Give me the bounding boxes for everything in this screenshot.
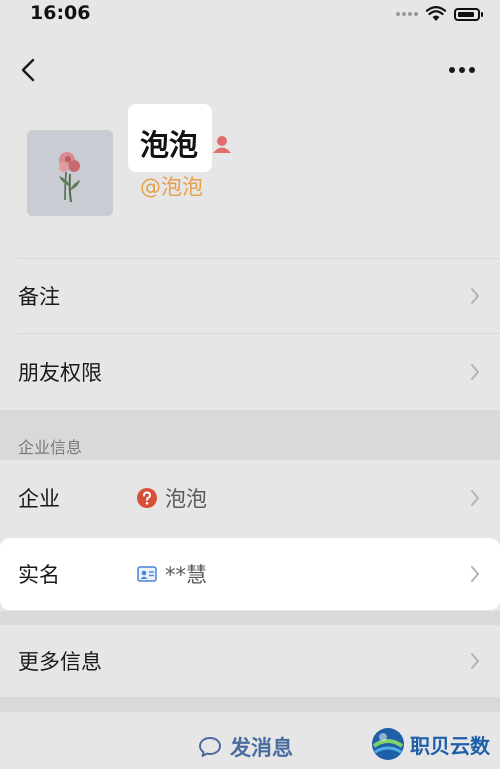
- status-bar: 16:06: [0, 0, 500, 30]
- chevron-right-icon: [471, 364, 479, 380]
- profile-header: 泡泡 @泡泡: [0, 100, 500, 258]
- send-message-label: 发消息: [230, 736, 293, 760]
- question-circle-icon: [137, 488, 157, 508]
- profile-name: 泡泡: [140, 128, 199, 162]
- globe-logo-icon: [372, 728, 404, 760]
- more-info-row[interactable]: 更多信息: [0, 625, 500, 697]
- friend-permission-label: 朋友权限: [18, 361, 102, 385]
- more-button[interactable]: [442, 54, 482, 86]
- chevron-left-icon: [21, 58, 35, 82]
- status-icons: [396, 6, 483, 22]
- section-gap: [0, 611, 500, 625]
- female-person-icon: [213, 136, 231, 153]
- signal-icon: [396, 12, 418, 16]
- wecom-id: @泡泡: [140, 175, 203, 199]
- nav-bar: [0, 40, 500, 100]
- chat-bubble-icon: [199, 737, 221, 757]
- company-label: 企业: [18, 487, 60, 511]
- real-name-text: **慧: [165, 563, 207, 587]
- more-info-label: 更多信息: [18, 650, 102, 674]
- send-message-button[interactable]: 发消息: [198, 732, 293, 762]
- id-card-icon: [137, 566, 157, 582]
- company-name: 泡泡: [165, 487, 207, 511]
- friend-permission-row[interactable]: 朋友权限: [0, 334, 500, 410]
- real-name-label: 实名: [18, 563, 60, 587]
- company-row[interactable]: 企业 泡泡: [0, 460, 500, 536]
- remark-label: 备注: [18, 285, 60, 309]
- company-value: 泡泡: [137, 483, 207, 513]
- back-button[interactable]: [10, 50, 46, 90]
- chevron-right-icon: [471, 653, 479, 669]
- more-dots-icon: [449, 67, 475, 73]
- wifi-icon: [426, 6, 446, 21]
- section-header: 企业信息: [0, 410, 500, 460]
- watermark: 职贝云数: [370, 726, 490, 762]
- bottom-bar: 发消息 职贝云数: [0, 712, 500, 769]
- chevron-right-icon: [471, 288, 479, 304]
- section-gap: [0, 697, 500, 712]
- enterprise-info-title: 企业信息: [18, 438, 83, 457]
- remark-row[interactable]: 备注: [0, 259, 500, 333]
- battery-icon: [454, 7, 483, 21]
- chevron-right-icon: [471, 490, 479, 506]
- status-time: 16:06: [30, 2, 91, 24]
- rose-avatar-image: [27, 130, 113, 216]
- avatar[interactable]: [27, 130, 113, 216]
- real-name-row[interactable]: 实名 **慧: [0, 538, 500, 610]
- chevron-right-icon: [471, 566, 479, 582]
- watermark-text: 职贝云数: [410, 733, 490, 758]
- real-name-value: **慧: [137, 559, 207, 589]
